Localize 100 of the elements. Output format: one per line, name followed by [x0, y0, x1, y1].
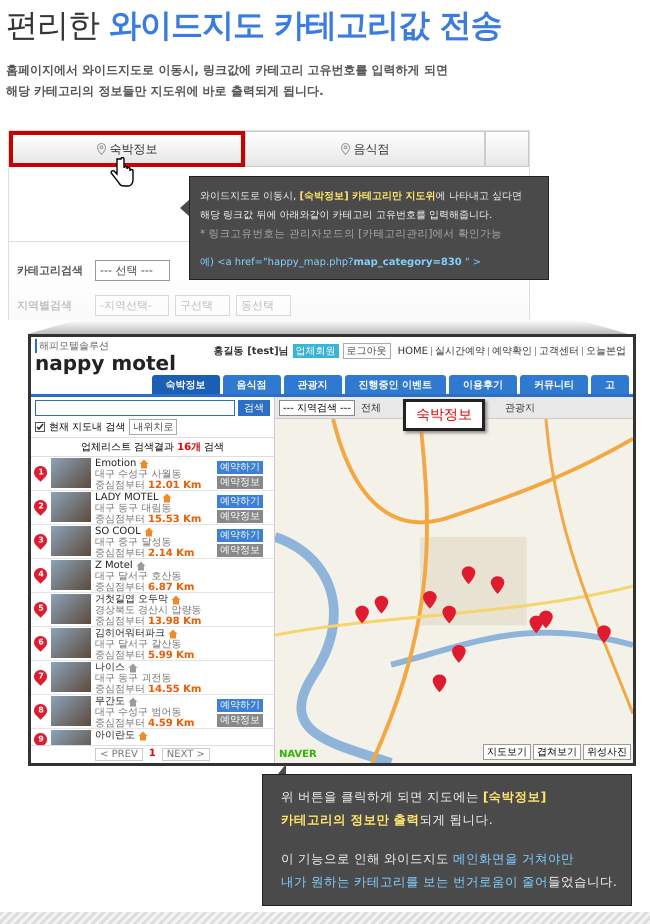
reservation-button[interactable]: 예약정보 [217, 544, 263, 557]
code-example: 예) <a href="happy_map.php?map_category=830 " > [200, 256, 482, 269]
listing-item[interactable]: 6 김히어워터파크 대구 달서구 갈산동 중심점부터 5.99 Km [31, 627, 274, 661]
callout-text: 내가 원하는 카테고리를 보는 번거로움이 줄어 들었습니다. [281, 874, 613, 891]
listing-name: 나이스 [95, 662, 125, 673]
callout-text: 해당 링크값 뒤에 아래와같이 카테고리 고유번호를 입력해줍니다. [200, 209, 494, 222]
dropdown[interactable]: --- 선택 --- [95, 260, 170, 281]
photo-placeholder [51, 560, 91, 590]
nav-tab[interactable]: 이용후기 [449, 375, 517, 394]
map-pin-icon [442, 606, 456, 624]
listing-address: 경상북도 경산시 압량동 [95, 605, 202, 616]
reservation-button[interactable]: 예약하기 [217, 495, 263, 508]
prev-button[interactable]: < PREV [95, 748, 143, 761]
reservation-button[interactable]: 예약정보 [217, 510, 263, 523]
top-link[interactable]: HOME [394, 346, 431, 356]
reservation-button[interactable]: 예약정보 [217, 714, 263, 727]
logout-button[interactable]: 로그아웃 [342, 343, 391, 359]
map-pin-icon [539, 610, 553, 628]
distance-value: 4.59 Km [148, 718, 194, 728]
map-view-button[interactable]: 위성사진 [583, 744, 631, 760]
photo-placeholder [51, 492, 91, 522]
map-view-button[interactable]: 겹쳐보기 [533, 744, 581, 760]
top-link[interactable]: 고객센터 [535, 346, 582, 356]
checkbox[interactable] [35, 422, 45, 432]
location-pin-icon [96, 143, 106, 155]
distance-value: 15.53 Km [148, 514, 202, 524]
category-popup[interactable]: 숙박정보 [403, 399, 485, 431]
listing-address: 대구 달서구 호산동 [95, 571, 182, 582]
nav-tab[interactable]: 커뮤니티 [520, 375, 588, 394]
distance-label: 중심점부터 [95, 480, 145, 490]
user-name: 홍길동 [test]님 [214, 345, 289, 358]
listing-item[interactable]: 1 Emotion 대구 수성구 사월동 중심점부터 12.01 Km 예약하기 예약정보 [31, 457, 274, 491]
distance-label: 중심점부터 [95, 514, 145, 524]
distance-label: 중심점부터 [95, 616, 145, 626]
reservation-button[interactable]: 예약하기 [217, 461, 263, 474]
reservation-button[interactable]: 예약하기 [217, 529, 263, 542]
listing-name: 김히어워터파크 [95, 628, 165, 639]
reservation-button[interactable]: 예약정보 [217, 476, 263, 489]
map-pin-icon [452, 645, 466, 663]
member-badge: 업체회원 [292, 344, 339, 358]
nav-tab[interactable]: 진행중인 이벤트 [344, 375, 446, 394]
listing-name: SO COOL [95, 526, 141, 537]
map-pin-icon [462, 566, 476, 584]
map-credit: NAVER [279, 749, 317, 760]
nav-tab[interactable]: 음식점 [222, 375, 281, 394]
distance-label: 중심점부터 [95, 548, 145, 558]
listing-address: 대구 수성구 사월동 [95, 469, 182, 480]
listing-item[interactable]: 5 거첫길엽 오두막 경상북도 경산시 압량동 중심점부터 13.98 Km [31, 593, 274, 627]
search-label: 카테고리검색 [17, 263, 84, 278]
reservation-button[interactable]: 예약하기 [217, 699, 263, 712]
top-link[interactable]: 실시간예약 [431, 346, 488, 356]
listing-item[interactable]: 2 LADY MOTEL 대구 동구 대림동 중심점부터 15.53 Km 예약하기 예약정보 [31, 491, 274, 525]
map-pin-icon [355, 606, 369, 624]
top-link[interactable]: 오늘본업 [582, 346, 629, 356]
category-link[interactable]: 전체 [361, 400, 382, 414]
photo-placeholder [51, 594, 91, 624]
listing-item[interactable]: 4 Z Motel 대구 달서구 호산동 중심점부터 6.87 Km [31, 559, 274, 593]
listing-address: 대구 달서구 갈산동 [95, 639, 182, 650]
distance-label: 중심점부터 [95, 684, 145, 694]
map-pin-icon [432, 674, 446, 692]
nav-tab[interactable]: 관광지 [284, 375, 342, 394]
photo-placeholder [51, 696, 91, 726]
checkbox-label: 현재 지도내 검색 [49, 421, 126, 434]
title-highlight: 와이드지도 카테고리값 전송 [109, 5, 502, 46]
category-tab[interactable]: 음식점 [245, 131, 485, 167]
distance-value: 2.14 Km [148, 548, 194, 558]
listing-address: 대구 중구 달성동 [95, 537, 172, 548]
photo-placeholder [51, 458, 91, 488]
distance-label: 중심점부터 [95, 650, 145, 660]
next-button[interactable]: NEXT > [162, 748, 210, 761]
top-link[interactable]: 예약확인 [488, 346, 535, 356]
photo-placeholder [51, 662, 91, 692]
region-dropdown[interactable]: --- 지역검색 --- [279, 400, 356, 416]
search-field[interactable] [35, 400, 235, 416]
callout-text: 이 기능으로 인해 와이드지도 메인화면을 거쳐야만 [281, 851, 575, 868]
my-location-button[interactable]: 내위치로 [129, 419, 178, 435]
map-view-button[interactable]: 지도보기 [483, 744, 531, 760]
callout-text: 와이드지도로 이동시, [숙박정보] 카테고리만 지도위에 나타내고 싶다면 [200, 190, 524, 203]
nav-tab[interactable]: 숙박정보 [152, 375, 220, 394]
category-link[interactable]: 관광지 [505, 400, 536, 414]
photo-placeholder [51, 628, 91, 658]
listing-item[interactable]: 8 무간도 대구 수성구 범어동 중심점부터 4.59 Km 예약하기 예약정보 [31, 695, 274, 729]
callout-text: 카테고리의 정보만 출력 되게 됩니다. [281, 812, 494, 829]
category-tab[interactable]: 숙박정보 [9, 131, 245, 167]
nav-tab[interactable]: 고 [591, 375, 629, 394]
note-text: * 링크고유번호는 관리자모드의 [카테고리관리]에서 확인가능 [200, 227, 503, 241]
listing-item[interactable]: 3 SO COOL 대구 중구 달성동 중심점부터 2.14 Km 예약하기 예약정보 [31, 525, 274, 559]
intro-text: 홈페이지에서 와이드지도로 이동시, 링크값에 카테고리 고유번호를 입력하게 되면 [6, 62, 449, 79]
listing-name: Emotion [95, 458, 136, 469]
listing-name: 거첫길엽 오두막 [95, 594, 168, 605]
listing-name: Z Motel [95, 560, 133, 571]
search-label: 지역별검색 [17, 298, 73, 313]
listing-name: 무간도 [95, 696, 125, 707]
listing-address: 대구 동구 괴전동 [95, 673, 172, 684]
logo: nappy motel [35, 353, 176, 373]
distance-value: 5.99 Km [148, 650, 194, 660]
search-button[interactable]: 검색 [238, 400, 270, 416]
page-number[interactable]: 1 [148, 748, 156, 761]
map-pin-icon [597, 625, 611, 644]
listing-item[interactable]: 7 나이스 대구 동구 괴전동 중심점부터 14.55 Km [31, 661, 274, 695]
